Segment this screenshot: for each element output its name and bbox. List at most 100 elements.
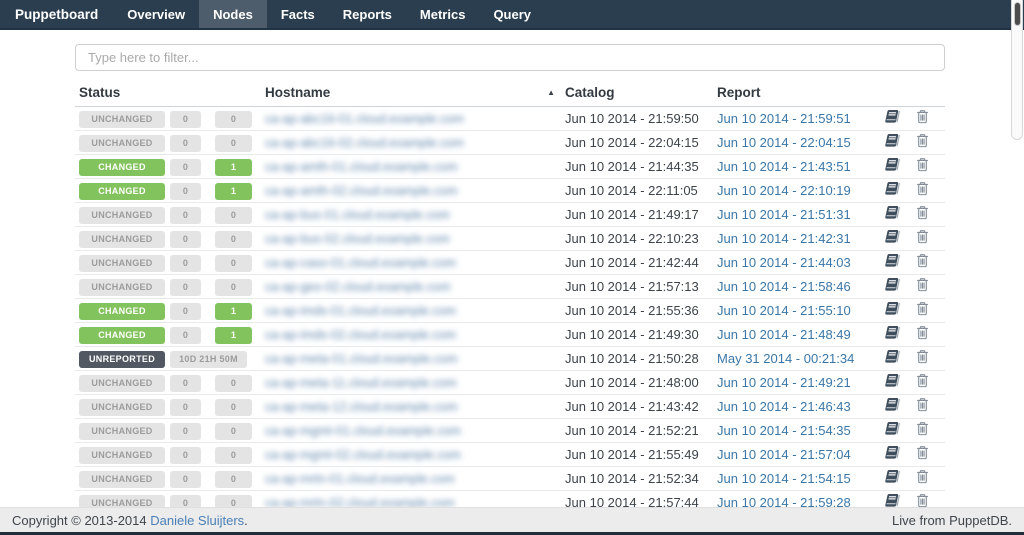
tab-overview[interactable]: Overview	[113, 0, 199, 28]
report-link[interactable]: Jun 10 2014 - 22:04:15	[717, 135, 851, 150]
trash-icon[interactable]	[916, 373, 929, 393]
trash-icon[interactable]	[916, 325, 929, 345]
trash-icon[interactable]	[916, 277, 929, 297]
hostname-cell: ca-ap-mgmt-02.cloud.example.com	[265, 443, 565, 467]
report-link[interactable]: Jun 10 2014 - 21:54:35	[717, 423, 851, 438]
report-log-book-icon[interactable]	[884, 373, 901, 393]
report-log-cell	[875, 443, 910, 467]
tab-metrics[interactable]: Metrics	[406, 0, 480, 28]
tab-facts[interactable]: Facts	[267, 0, 329, 28]
report-cell: Jun 10 2014 - 21:49:21	[717, 371, 875, 395]
report-log-book-icon[interactable]	[884, 397, 901, 417]
delete-node-cell	[910, 347, 945, 371]
report-link[interactable]: Jun 10 2014 - 21:43:51	[717, 159, 851, 174]
tab-reports[interactable]: Reports	[329, 0, 406, 28]
trash-icon[interactable]	[916, 109, 929, 129]
report-log-book-icon[interactable]	[884, 301, 901, 321]
sort-asc-icon[interactable]: ▲	[547, 88, 555, 97]
navbar: Puppetboard Overview Nodes Facts Reports…	[0, 0, 1024, 30]
trash-icon[interactable]	[916, 253, 929, 273]
hostname-link[interactable]: ca-ap-mrtn-01.cloud.example.com	[265, 472, 455, 486]
hostname-link[interactable]: ca-ap-mrtn-02.cloud.example.com	[265, 496, 455, 508]
trash-icon[interactable]	[916, 421, 929, 441]
hostname-link[interactable]: ca-ap-meta-01.cloud.example.com	[265, 352, 457, 366]
trash-icon[interactable]	[916, 349, 929, 369]
report-log-book-icon[interactable]	[884, 109, 901, 129]
hostname-link[interactable]: ca-ap-mgmt-02.cloud.example.com	[265, 448, 461, 462]
trash-icon[interactable]	[916, 229, 929, 249]
report-log-book-icon[interactable]	[884, 133, 901, 153]
report-link[interactable]: Jun 10 2014 - 21:57:04	[717, 447, 851, 462]
status-cell: UNCHANGED	[75, 371, 170, 395]
trash-icon[interactable]	[916, 397, 929, 417]
trash-icon[interactable]	[916, 181, 929, 201]
header-catalog[interactable]: Catalog	[565, 85, 717, 107]
hostname-link[interactable]: ca-ap-abc16-02.cloud.example.com	[265, 136, 464, 150]
trash-icon[interactable]	[916, 301, 929, 321]
delete-node-cell	[910, 155, 945, 179]
brand-puppetboard[interactable]: Puppetboard	[0, 0, 113, 28]
header-hostname[interactable]: Hostname▲	[265, 85, 565, 107]
scrollbar-thumb[interactable]	[1014, 2, 1021, 26]
report-log-book-icon[interactable]	[884, 157, 901, 177]
count-badge-1: 0	[170, 447, 201, 464]
hostname-link[interactable]: ca-ap-caso-01.cloud.example.com	[265, 256, 456, 270]
author-link[interactable]: Daniele Sluijters	[150, 513, 244, 528]
report-log-book-icon[interactable]	[884, 349, 901, 369]
hostname-cell: ca-ap-mrtn-01.cloud.example.com	[265, 467, 565, 491]
trash-icon[interactable]	[916, 469, 929, 489]
catalog-timestamp: Jun 10 2014 - 21:50:28	[565, 351, 699, 366]
report-log-book-icon[interactable]	[884, 229, 901, 249]
footer: Copyright © 2013-2014 Daniele Sluijters.…	[0, 507, 1024, 535]
report-link[interactable]: Jun 10 2014 - 21:49:21	[717, 375, 851, 390]
report-link[interactable]: Jun 10 2014 - 22:10:19	[717, 183, 851, 198]
report-log-book-icon[interactable]	[884, 421, 901, 441]
tab-query[interactable]: Query	[479, 0, 545, 28]
delete-node-cell	[910, 107, 945, 131]
report-log-book-icon[interactable]	[884, 325, 901, 345]
report-log-book-icon[interactable]	[884, 493, 901, 508]
hostname-link[interactable]: ca-ap-abc16-01.cloud.example.com	[265, 112, 464, 126]
status-cell: CHANGED	[75, 299, 170, 323]
report-link[interactable]: Jun 10 2014 - 21:59:28	[717, 495, 851, 508]
report-log-book-icon[interactable]	[884, 445, 901, 465]
trash-icon[interactable]	[916, 493, 929, 508]
filter-input[interactable]	[75, 44, 945, 71]
hostname-link[interactable]: ca-ap-meta-12.cloud.example.com	[265, 400, 457, 414]
delete-node-cell	[910, 371, 945, 395]
report-log-book-icon[interactable]	[884, 253, 901, 273]
report-link[interactable]: Jun 10 2014 - 21:58:46	[717, 279, 851, 294]
report-link[interactable]: Jun 10 2014 - 21:51:31	[717, 207, 851, 222]
header-report[interactable]: Report	[717, 85, 945, 107]
report-link[interactable]: Jun 10 2014 - 21:46:43	[717, 399, 851, 414]
scrollbar-track[interactable]	[1011, 0, 1023, 140]
report-log-book-icon[interactable]	[884, 277, 901, 297]
hostname-link[interactable]: ca-ap-imds-02.cloud.example.com	[265, 328, 456, 342]
report-log-book-icon[interactable]	[884, 469, 901, 489]
report-link[interactable]: Jun 10 2014 - 21:44:03	[717, 255, 851, 270]
hostname-link[interactable]: ca-ap-meta-11.cloud.example.com	[265, 376, 457, 390]
report-link[interactable]: Jun 10 2014 - 21:42:31	[717, 231, 851, 246]
trash-icon[interactable]	[916, 157, 929, 177]
report-log-book-icon[interactable]	[884, 181, 901, 201]
trash-icon[interactable]	[916, 205, 929, 225]
report-link[interactable]: Jun 10 2014 - 21:54:15	[717, 471, 851, 486]
status-cell: UNCHANGED	[75, 131, 170, 155]
hostname-cell: ca-ap-meta-11.cloud.example.com	[265, 371, 565, 395]
report-link[interactable]: Jun 10 2014 - 21:59:51	[717, 111, 851, 126]
trash-icon[interactable]	[916, 445, 929, 465]
hostname-link[interactable]: ca-ap-amth-01.cloud.example.com	[265, 160, 457, 174]
report-link[interactable]: May 31 2014 - 00:21:34	[717, 351, 854, 366]
hostname-link[interactable]: ca-ap-mgmt-01.cloud.example.com	[265, 424, 461, 438]
report-log-book-icon[interactable]	[884, 205, 901, 225]
report-link[interactable]: Jun 10 2014 - 21:48:49	[717, 327, 851, 342]
header-status[interactable]: Status	[75, 85, 265, 107]
hostname-link[interactable]: ca-ap-amth-02.cloud.example.com	[265, 184, 457, 198]
hostname-link[interactable]: ca-ap-bus-01.cloud.example.com	[265, 208, 450, 222]
tab-nodes[interactable]: Nodes	[199, 0, 267, 28]
trash-icon[interactable]	[916, 133, 929, 153]
hostname-link[interactable]: ca-ap-geo-02.cloud.example.com	[265, 280, 451, 294]
hostname-link[interactable]: ca-ap-bus-02.cloud.example.com	[265, 232, 450, 246]
hostname-link[interactable]: ca-ap-imds-01.cloud.example.com	[265, 304, 456, 318]
report-link[interactable]: Jun 10 2014 - 21:55:10	[717, 303, 851, 318]
